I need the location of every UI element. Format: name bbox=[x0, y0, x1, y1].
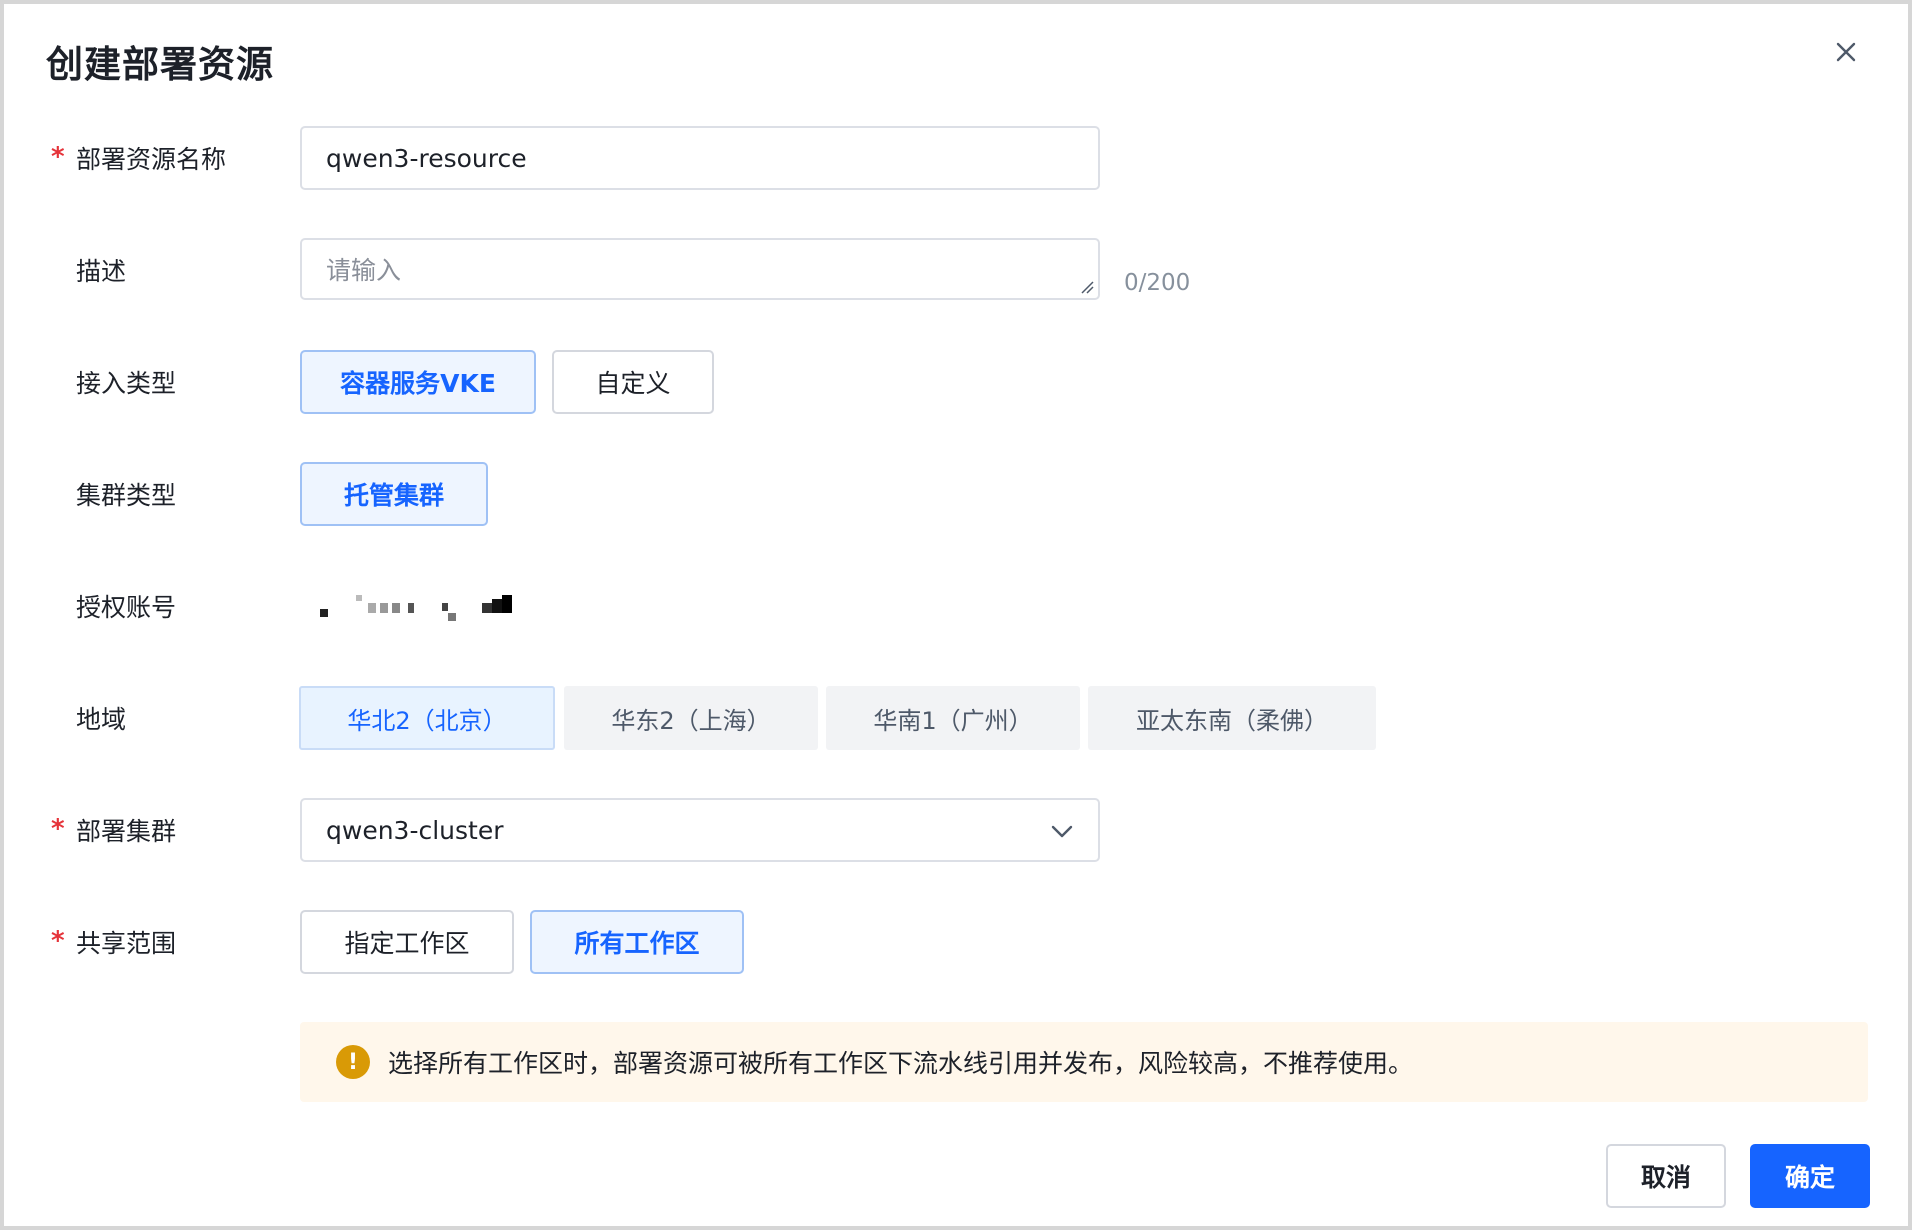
resize-handle-icon[interactable] bbox=[1080, 280, 1094, 294]
description-label: 描述 bbox=[76, 257, 127, 286]
confirm-button[interactable]: 确定 bbox=[1750, 1144, 1870, 1208]
account-label: 授权账号 bbox=[76, 593, 177, 622]
required-marker: * bbox=[51, 926, 65, 956]
required-marker: * bbox=[51, 142, 65, 172]
share-scope-all-option[interactable]: 所有工作区 bbox=[530, 910, 744, 974]
region-option-johor[interactable]: 亚太东南（柔佛） bbox=[1088, 686, 1376, 750]
required-marker: * bbox=[51, 814, 65, 844]
region-option-beijing[interactable]: 华北2（北京） bbox=[299, 686, 555, 750]
close-icon bbox=[1836, 42, 1856, 62]
description-counter: 0/200 bbox=[1124, 270, 1191, 296]
warning-icon: ! bbox=[336, 1045, 370, 1079]
share-scope-specific-option[interactable]: 指定工作区 bbox=[300, 910, 514, 974]
dialog-title: 创建部署资源 bbox=[46, 43, 274, 86]
cluster-type-managed-option[interactable]: 托管集群 bbox=[300, 462, 488, 526]
create-deploy-resource-dialog: 创建部署资源 * 部署资源名称 qwen3-resource 描述 请输入 0/… bbox=[4, 4, 1908, 1226]
account-value-redacted bbox=[314, 591, 534, 625]
share-scope-label: 共享范围 bbox=[76, 929, 177, 958]
cluster-type-label: 集群类型 bbox=[76, 481, 177, 510]
access-type-vke-option[interactable]: 容器服务VKE bbox=[300, 350, 536, 414]
access-type-label: 接入类型 bbox=[76, 369, 177, 398]
chevron-down-icon bbox=[1051, 825, 1073, 838]
cancel-button[interactable]: 取消 bbox=[1606, 1144, 1726, 1208]
region-option-guangzhou[interactable]: 华南1（广州） bbox=[826, 686, 1080, 750]
cluster-select-value: qwen3-cluster bbox=[326, 815, 504, 845]
access-type-custom-option[interactable]: 自定义 bbox=[552, 350, 714, 414]
warning-alert: ! 选择所有工作区时，部署资源可被所有工作区下流水线引用并发布，风险较高，不推荐… bbox=[300, 1022, 1868, 1102]
cluster-select[interactable]: qwen3-cluster bbox=[300, 798, 1100, 862]
warning-text: 选择所有工作区时，部署资源可被所有工作区下流水线引用并发布，风险较高，不推荐使用… bbox=[388, 1049, 1414, 1078]
region-label: 地域 bbox=[76, 705, 127, 734]
resource-name-value: qwen3-resource bbox=[326, 143, 527, 173]
description-placeholder: 请输入 bbox=[326, 256, 402, 285]
cluster-label: 部署集群 bbox=[76, 817, 177, 846]
region-option-shanghai[interactable]: 华东2（上海） bbox=[564, 686, 818, 750]
close-button[interactable] bbox=[1828, 34, 1864, 70]
name-label: 部署资源名称 bbox=[76, 145, 227, 174]
description-textarea[interactable]: 请输入 bbox=[300, 238, 1100, 300]
resource-name-input[interactable]: qwen3-resource bbox=[300, 126, 1100, 190]
